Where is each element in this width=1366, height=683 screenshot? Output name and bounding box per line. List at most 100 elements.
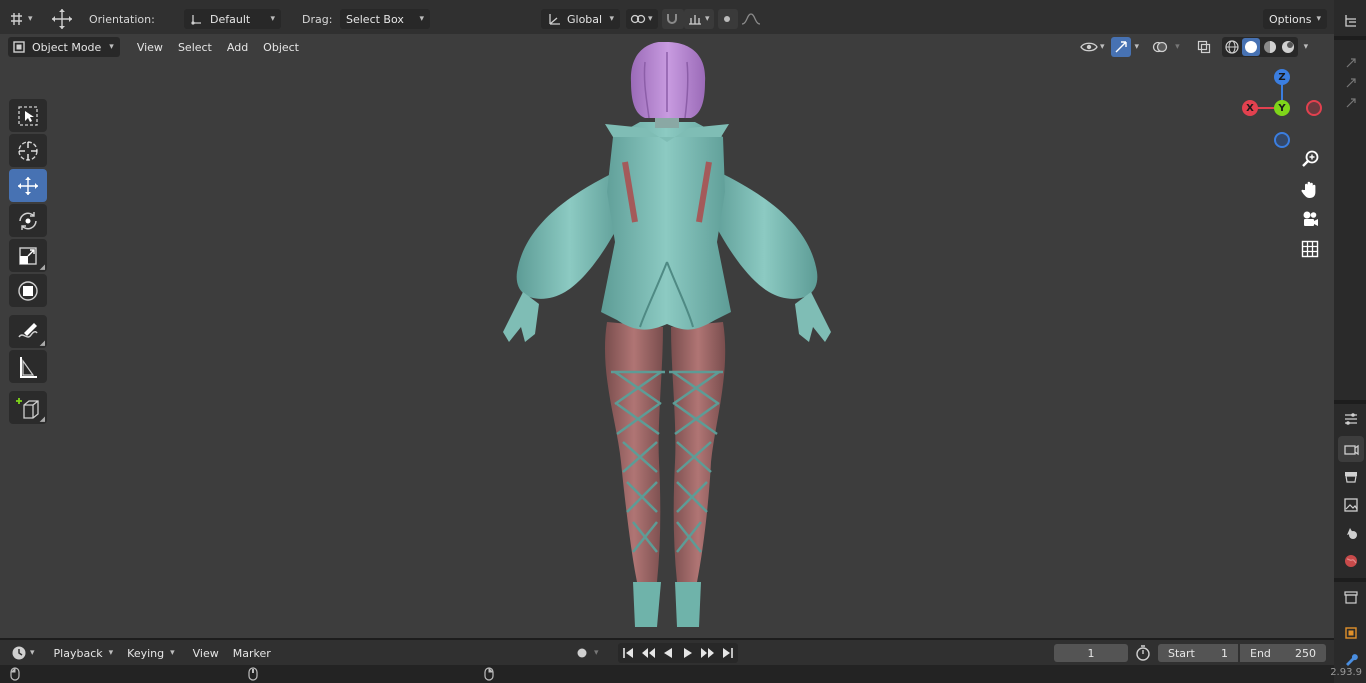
- menu-playback[interactable]: Playback ▾: [48, 643, 120, 663]
- pan-button[interactable]: [1297, 176, 1323, 202]
- chevron-down-icon[interactable]: ▾: [1175, 42, 1180, 52]
- rotate-tool[interactable]: [9, 204, 47, 237]
- jump-to-end-icon[interactable]: [718, 647, 738, 659]
- timeline-editor-type-button[interactable]: ▾: [8, 643, 38, 663]
- chevron-down-icon: ▾: [170, 648, 175, 658]
- menu-select[interactable]: Select: [172, 37, 218, 57]
- jump-to-keyframe-back-icon[interactable]: [638, 647, 658, 659]
- menu-view[interactable]: View: [131, 37, 169, 57]
- falloff-curve-icon: [740, 12, 762, 26]
- scale-tool[interactable]: ◢: [9, 239, 47, 272]
- play-reverse-icon[interactable]: [658, 647, 678, 659]
- xray-toggle[interactable]: [1194, 37, 1214, 57]
- chevron-down-icon: ▾: [419, 14, 424, 24]
- gizmo-y-axis[interactable]: Y: [1274, 100, 1290, 116]
- world-properties-tab[interactable]: [1338, 548, 1364, 574]
- visibility-dropdown[interactable]: ▾: [1078, 37, 1107, 57]
- play-icon[interactable]: [678, 647, 698, 659]
- options-dropdown[interactable]: Options ▾: [1263, 8, 1327, 30]
- start-frame-field[interactable]: Start 1: [1158, 644, 1238, 662]
- chevron-down-icon: ▾: [109, 42, 114, 52]
- transform-tool-icon[interactable]: [50, 8, 74, 30]
- outliner-button[interactable]: [1338, 8, 1364, 34]
- zoom-button[interactable]: [1297, 146, 1323, 172]
- solid-shading-icon[interactable]: [1241, 38, 1260, 56]
- object-properties-tab[interactable]: [1338, 620, 1364, 646]
- chevron-down-icon: ▾: [108, 648, 114, 658]
- measure-tool[interactable]: [9, 350, 47, 383]
- menu-timeline-view[interactable]: View: [187, 643, 225, 663]
- current-frame-field[interactable]: 1: [1054, 644, 1128, 662]
- more-tools-indicator-icon: ◢: [39, 415, 45, 423]
- gizmo-x-axis[interactable]: X: [1242, 100, 1258, 116]
- annotate-tool[interactable]: ◢: [9, 315, 47, 348]
- collection-box-icon: [1343, 589, 1359, 605]
- pivot-point-button[interactable]: ▾: [626, 8, 658, 30]
- falloff-button[interactable]: [740, 8, 762, 30]
- gizmo-z-axis[interactable]: Z: [1274, 69, 1290, 85]
- version-label: 2.93.9: [1330, 667, 1362, 678]
- menu-keying[interactable]: Keying ▾: [121, 643, 180, 663]
- gizmo-neg-z-axis[interactable]: [1274, 132, 1290, 148]
- global-axis-icon: [547, 12, 561, 26]
- editor-type-button[interactable]: ▾: [8, 8, 33, 30]
- menu-marker[interactable]: Marker: [227, 643, 277, 663]
- chevron-down-icon: ▾: [609, 14, 614, 24]
- proportional-editing-toggle[interactable]: [718, 8, 738, 30]
- object-mode-dropdown[interactable]: Object Mode ▾: [8, 37, 120, 57]
- transform-orientation-dropdown[interactable]: Global ▾: [541, 8, 620, 30]
- jump-to-keyframe-forward-icon[interactable]: [698, 647, 718, 659]
- jump-to-start-icon[interactable]: [618, 647, 638, 659]
- checkbox-arrow-icon: [1345, 77, 1357, 89]
- gizmo-toggle[interactable]: [1110, 37, 1131, 57]
- end-label: End: [1250, 646, 1271, 660]
- object-icon: [1343, 625, 1359, 641]
- cursor-tool[interactable]: [9, 134, 47, 167]
- snap-target-button[interactable]: ▾: [684, 8, 714, 30]
- hand-icon: [1300, 179, 1320, 199]
- mode-label: Object Mode: [32, 40, 102, 54]
- options-label: Options: [1269, 12, 1312, 26]
- select-box-tool[interactable]: [9, 99, 47, 132]
- restrict-toggle-3[interactable]: [1338, 90, 1364, 116]
- auto-keying-toggle[interactable]: [572, 643, 592, 663]
- chevron-down-icon[interactable]: ▾: [1135, 42, 1140, 52]
- output-properties-tab[interactable]: [1338, 492, 1364, 518]
- chevron-down-icon[interactable]: ▾: [594, 648, 599, 658]
- use-preview-range-toggle[interactable]: [1134, 644, 1152, 665]
- menu-add[interactable]: Add: [221, 37, 254, 57]
- overlays-toggle[interactable]: [1149, 37, 1171, 57]
- 3d-viewport[interactable]: Object Mode ▾ View Select Add Object ▾ ▾…: [0, 34, 1334, 638]
- collection-properties-tab[interactable]: [1338, 584, 1364, 610]
- perspective-toggle-button[interactable]: [1297, 236, 1323, 262]
- gizmo-neg-x-axis[interactable]: [1306, 100, 1322, 116]
- move-tool[interactable]: [9, 169, 47, 202]
- chevron-down-icon: ▾: [705, 14, 710, 24]
- chevron-down-icon[interactable]: ▾: [1304, 42, 1309, 52]
- properties-strip: [1334, 0, 1366, 683]
- wireframe-shading-icon[interactable]: [1224, 39, 1240, 55]
- snapping-toggle[interactable]: [662, 8, 684, 30]
- rendered-shading-icon[interactable]: [1280, 39, 1296, 55]
- properties-editor-button[interactable]: [1338, 406, 1364, 432]
- render-properties-tab[interactable]: [1338, 464, 1364, 490]
- camera-view-button[interactable]: [1297, 206, 1323, 232]
- toolbar: ◢ ◢ ◢: [9, 99, 49, 426]
- outliner-icon: [1343, 13, 1359, 29]
- playback-label: Playback: [53, 646, 103, 660]
- status-bar: [0, 665, 1334, 683]
- drag-dropdown[interactable]: Select Box ▾: [340, 8, 430, 30]
- scene-properties-tab[interactable]: [1338, 520, 1364, 546]
- orientation-dropdown[interactable]: Default ▾: [184, 8, 281, 30]
- add-cube-tool[interactable]: ◢: [9, 391, 47, 424]
- chevron-down-icon: ▾: [648, 14, 653, 24]
- character-model[interactable]: [495, 41, 840, 632]
- end-frame-field[interactable]: End 250: [1240, 644, 1326, 662]
- camera-icon: [1300, 209, 1320, 229]
- tool-properties-tab[interactable]: [1338, 436, 1364, 462]
- stopwatch-icon: [1134, 644, 1152, 662]
- transform-tool[interactable]: [9, 274, 47, 307]
- checkbox-arrow-icon: [1345, 97, 1357, 109]
- material-shading-icon[interactable]: [1262, 39, 1278, 55]
- menu-object[interactable]: Object: [257, 37, 305, 57]
